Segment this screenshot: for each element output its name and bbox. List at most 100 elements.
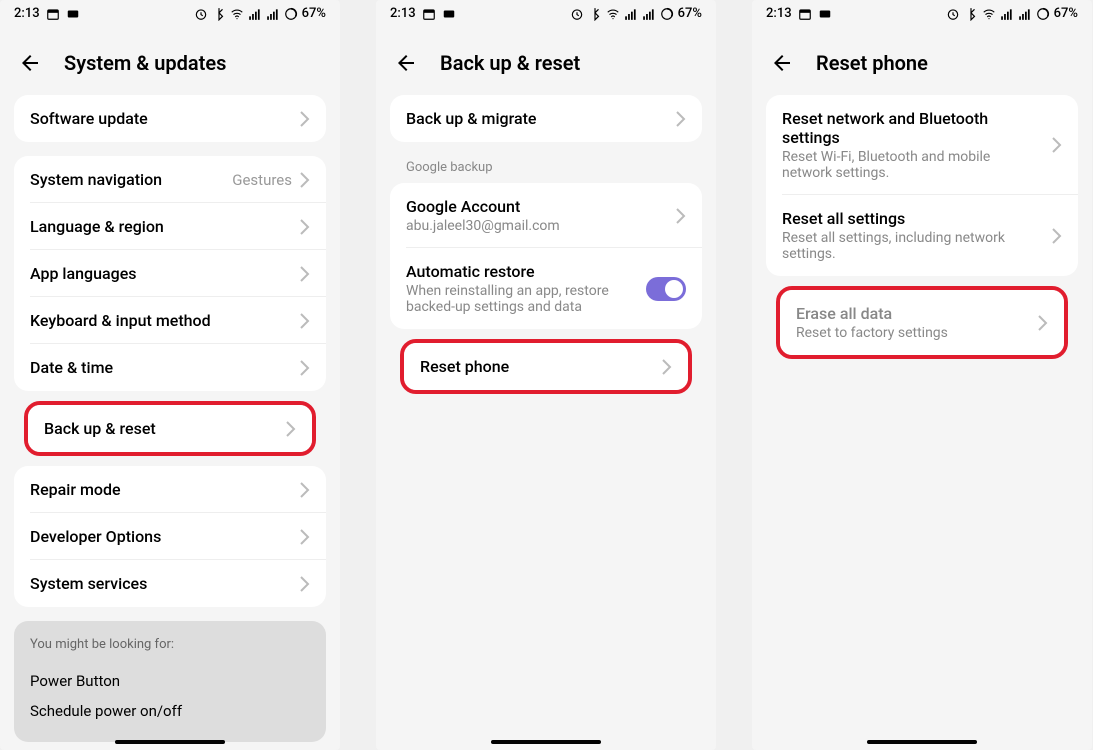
item-label: Erase all data xyxy=(796,304,1038,323)
item-repair-mode[interactable]: Repair mode xyxy=(14,466,326,513)
section-google-backup: Google backup xyxy=(390,156,702,183)
item-system-services[interactable]: System services xyxy=(14,560,326,607)
signal-icon xyxy=(624,7,638,21)
item-language-region[interactable]: Language & region xyxy=(14,203,326,250)
status-bar: 2:13 67% xyxy=(376,0,716,25)
card-icon xyxy=(818,7,832,21)
status-time: 2:13 xyxy=(14,6,40,21)
back-icon[interactable] xyxy=(394,51,418,75)
screen-reset-phone: 2:13 67% Reset phone Reset network and B… xyxy=(752,0,1092,750)
highlight-erase-all-data: Erase all data Reset to factory settings xyxy=(776,286,1068,359)
chevron-right-icon xyxy=(300,111,310,127)
home-indicator[interactable] xyxy=(115,740,225,744)
item-reset-all-settings[interactable]: Reset all settings Reset all settings, i… xyxy=(766,195,1078,276)
page-header: Reset phone xyxy=(752,25,1092,95)
item-label: System services xyxy=(30,574,147,593)
page-title: System & updates xyxy=(64,51,226,75)
status-time: 2:13 xyxy=(390,6,416,21)
page-header: System & updates xyxy=(0,25,340,95)
card-icon xyxy=(66,7,80,21)
item-reset-network[interactable]: Reset network and Bluetooth settings Res… xyxy=(766,95,1078,195)
wifi-icon xyxy=(230,7,244,21)
highlight-backup-reset: Back up & reset xyxy=(24,401,316,456)
back-icon[interactable] xyxy=(18,51,42,75)
page-title: Reset phone xyxy=(816,51,928,75)
item-label: Repair mode xyxy=(30,480,121,499)
signal2-icon xyxy=(266,7,280,21)
item-value: Gestures xyxy=(232,171,292,189)
item-subtitle: abu.jaleel30@gmail.com xyxy=(406,218,676,234)
calendar-icon xyxy=(798,7,812,21)
chevron-right-icon xyxy=(676,111,686,127)
screen-backup-reset: 2:13 67% Back up & reset Back up & migra… xyxy=(376,0,716,750)
alarm-icon xyxy=(570,7,584,21)
status-time: 2:13 xyxy=(766,6,792,21)
status-battery: 67% xyxy=(1054,6,1078,21)
toggle-automatic-restore[interactable] xyxy=(646,277,686,301)
chevron-right-icon xyxy=(300,529,310,545)
page-title: Back up & reset xyxy=(440,51,580,75)
suggestion-schedule[interactable]: Schedule power on/off xyxy=(30,696,310,726)
signal2-icon xyxy=(642,7,656,21)
alarm-icon xyxy=(194,7,208,21)
chevron-right-icon xyxy=(300,219,310,235)
signal-icon xyxy=(248,7,262,21)
wifi-icon xyxy=(982,7,996,21)
signal-icon xyxy=(1000,7,1014,21)
item-app-languages[interactable]: App languages xyxy=(14,250,326,297)
suggestion-card: You might be looking for: Power Button S… xyxy=(14,621,326,742)
alarm-icon xyxy=(946,7,960,21)
highlight-reset-phone: Reset phone xyxy=(400,339,692,394)
item-date-time[interactable]: Date & time xyxy=(14,344,326,391)
chevron-right-icon xyxy=(300,576,310,592)
item-automatic-restore[interactable]: Automatic restore When reinstalling an a… xyxy=(390,248,702,329)
item-subtitle: Reset all settings, including network se… xyxy=(782,230,1022,262)
wifi-icon xyxy=(606,7,620,21)
item-label: Google Account xyxy=(406,197,676,216)
status-battery: 67% xyxy=(302,6,326,21)
battery-circle-icon xyxy=(284,7,298,21)
chevron-right-icon xyxy=(662,359,672,375)
chevron-right-icon xyxy=(300,266,310,282)
item-software-update[interactable]: Software update xyxy=(14,95,326,142)
item-google-account[interactable]: Google Account abu.jaleel30@gmail.com xyxy=(390,183,702,248)
chevron-right-icon xyxy=(300,313,310,329)
status-bar: 2:13 67% xyxy=(0,0,340,25)
chevron-right-icon xyxy=(676,208,686,224)
chevron-right-icon xyxy=(1052,137,1062,153)
item-subtitle: Reset Wi-Fi, Bluetooth and mobile networ… xyxy=(782,149,1022,181)
item-backup-reset[interactable]: Back up & reset xyxy=(28,405,312,452)
suggestion-title: You might be looking for: xyxy=(30,637,310,652)
bluetooth-icon xyxy=(964,7,978,21)
page-header: Back up & reset xyxy=(376,25,716,95)
item-developer-options[interactable]: Developer Options xyxy=(14,513,326,560)
calendar-icon xyxy=(422,7,436,21)
item-label: Reset all settings xyxy=(782,209,1022,228)
item-label: Reset network and Bluetooth settings xyxy=(782,109,1022,147)
item-label: Language & region xyxy=(30,217,164,236)
item-label: System navigation xyxy=(30,170,162,189)
item-subtitle: When reinstalling an app, restore backed… xyxy=(406,283,626,315)
suggestion-power[interactable]: Power Button xyxy=(30,666,310,696)
chevron-right-icon xyxy=(286,421,296,437)
bluetooth-icon xyxy=(588,7,602,21)
home-indicator[interactable] xyxy=(867,740,977,744)
item-label: Reset phone xyxy=(420,357,509,376)
back-icon[interactable] xyxy=(770,51,794,75)
chevron-right-icon xyxy=(1052,228,1062,244)
status-battery: 67% xyxy=(678,6,702,21)
item-label: Developer Options xyxy=(30,527,161,546)
item-erase-all-data[interactable]: Erase all data Reset to factory settings xyxy=(780,290,1064,355)
calendar-icon xyxy=(46,7,60,21)
item-label: Date & time xyxy=(30,358,113,377)
item-label: Back up & reset xyxy=(44,419,156,438)
item-keyboard-input[interactable]: Keyboard & input method xyxy=(14,297,326,344)
item-backup-migrate[interactable]: Back up & migrate xyxy=(390,95,702,142)
item-label: Automatic restore xyxy=(406,262,626,281)
battery-circle-icon xyxy=(660,7,674,21)
item-label: Keyboard & input method xyxy=(30,311,211,330)
home-indicator[interactable] xyxy=(491,740,601,744)
item-label: Back up & migrate xyxy=(406,109,536,128)
item-reset-phone[interactable]: Reset phone xyxy=(404,343,688,390)
item-system-navigation[interactable]: System navigation Gestures xyxy=(14,156,326,203)
